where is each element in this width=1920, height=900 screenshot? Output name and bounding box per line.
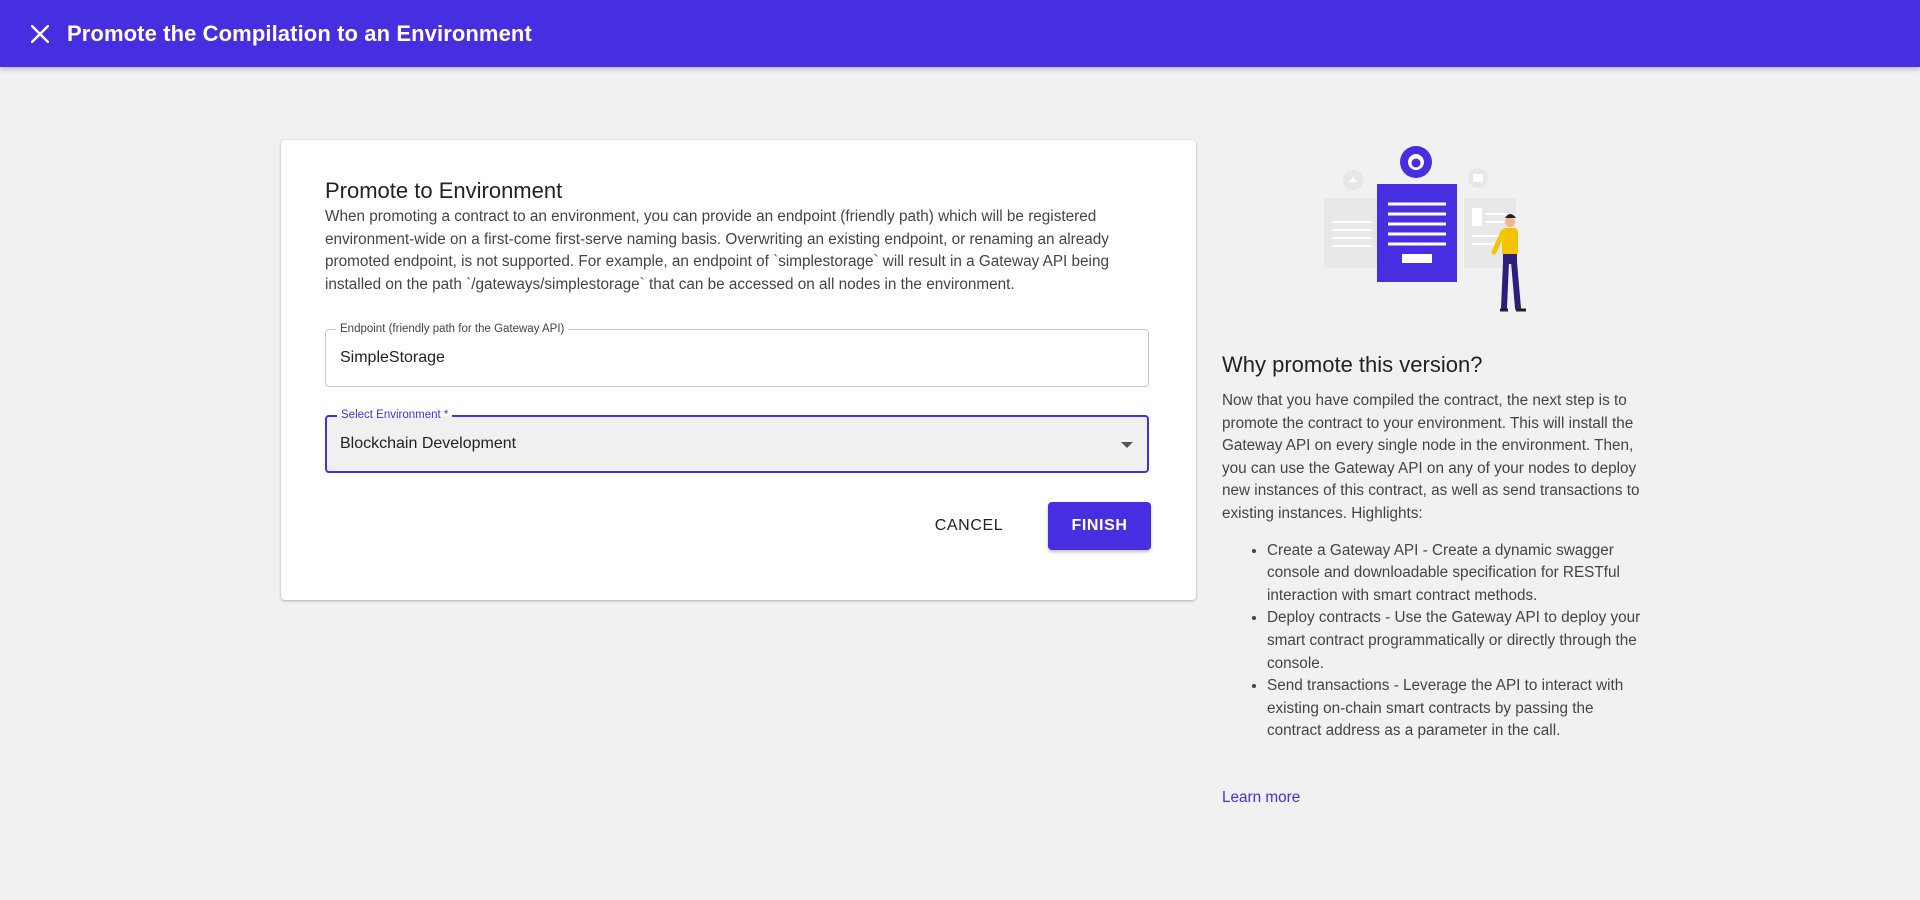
side-description: Now that you have compiled the contract,…: [1222, 392, 1640, 522]
side-title: Why promote this version?: [1222, 352, 1483, 377]
finish-button[interactable]: FINISH: [1048, 502, 1151, 550]
close-button[interactable]: [18, 12, 62, 56]
form-description: When promoting a contract to an environm…: [325, 208, 1109, 293]
cancel-button[interactable]: CANCEL: [929, 502, 1009, 550]
highlights-list: Create a Gateway API - Create a dynamic …: [1222, 540, 1652, 743]
form-title: Promote to Environment: [325, 178, 563, 203]
endpoint-field-label: Endpoint (friendly path for the Gateway …: [336, 321, 569, 337]
environment-select-value[interactable]: Blockchain Development: [340, 435, 1120, 453]
list-item: Create a Gateway API - Create a dynamic …: [1267, 540, 1652, 608]
app-header: Promote the Compilation to an Environmen…: [0, 0, 1920, 67]
promote-info-panel: Why promote this version? Now that you h…: [1222, 352, 1652, 743]
endpoint-input[interactable]: [340, 349, 1120, 367]
learn-more-link[interactable]: Learn more: [1222, 789, 1300, 807]
dropdown-arrow-icon[interactable]: [1121, 442, 1133, 448]
close-icon: [31, 24, 49, 43]
environment-select[interactable]: Select Environment * Blockchain Developm…: [325, 407, 1149, 473]
promote-illustration: [1320, 140, 1560, 325]
promote-form-card: Promote to Environment When promoting a …: [281, 140, 1196, 600]
page-title: Promote the Compilation to an Environmen…: [67, 20, 532, 46]
list-item: Deploy contracts - Use the Gateway API t…: [1267, 607, 1652, 675]
list-item: Send transactions - Leverage the API to …: [1267, 675, 1652, 743]
endpoint-field[interactable]: Endpoint (friendly path for the Gateway …: [325, 321, 1149, 387]
environment-select-label: Select Environment *: [337, 407, 453, 423]
